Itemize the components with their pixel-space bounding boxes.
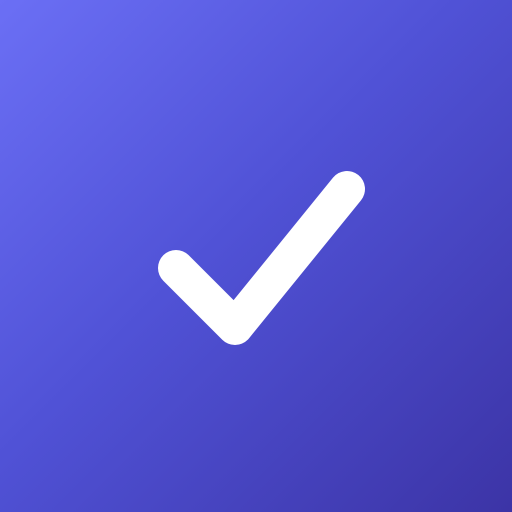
checkmark-stroke (158, 171, 365, 345)
app-icon-tile (0, 0, 512, 512)
checkmark-icon (158, 171, 365, 345)
